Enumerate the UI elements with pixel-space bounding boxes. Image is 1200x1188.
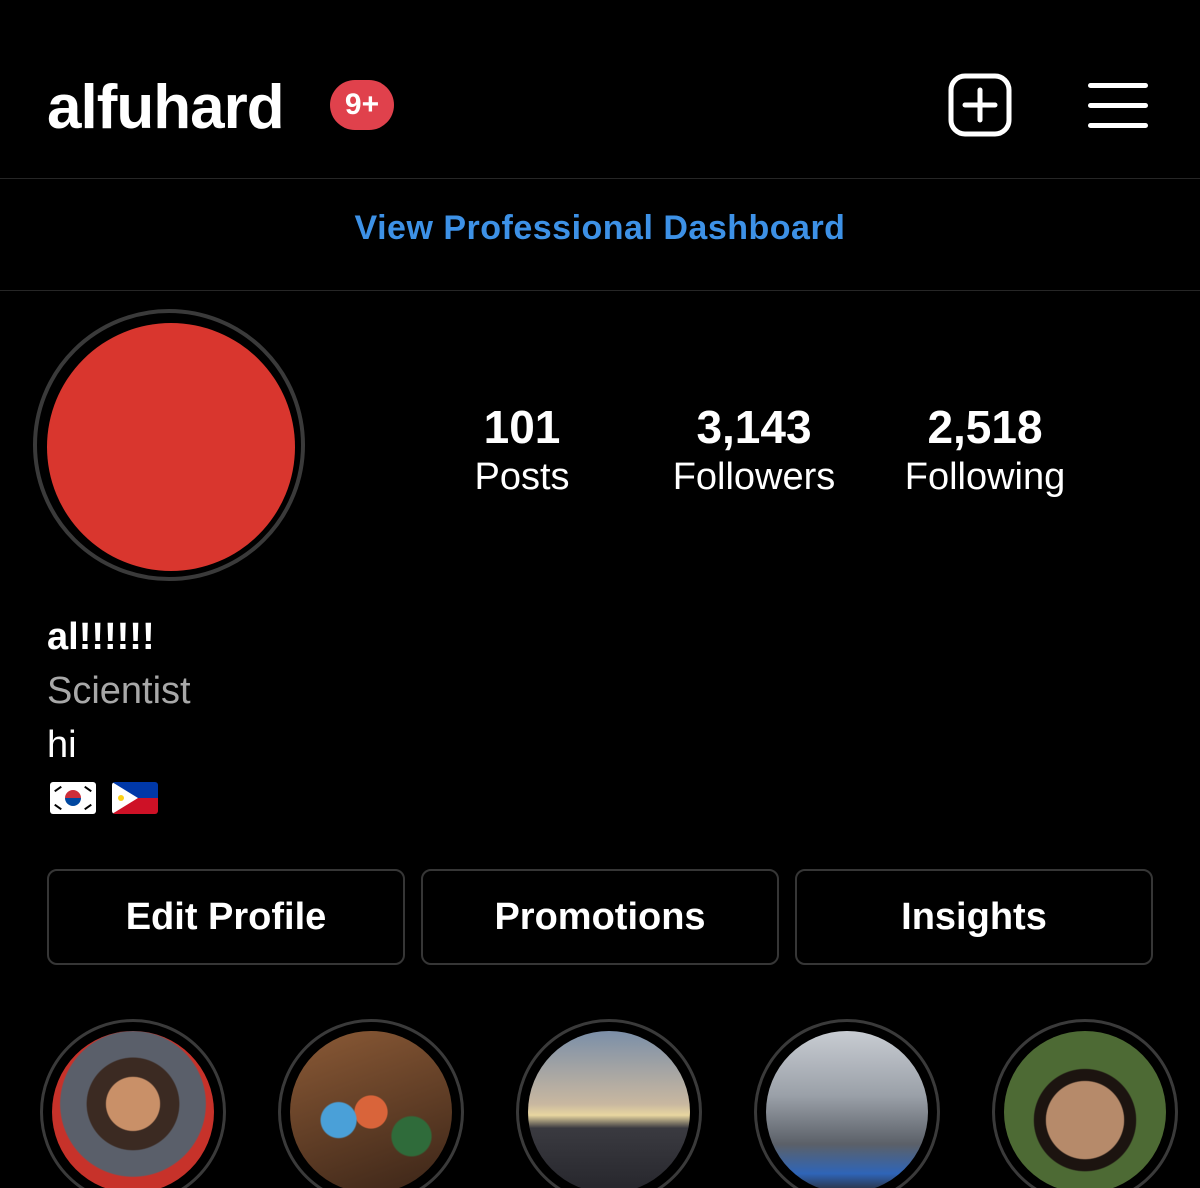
- following-label: Following: [904, 456, 1066, 498]
- display-name: al!!!!!!: [47, 616, 155, 658]
- south-korea-flag-icon: [50, 782, 96, 814]
- story-highlight-1[interactable]: [40, 1019, 226, 1188]
- posts-count[interactable]: 101 Posts: [442, 400, 602, 500]
- posts-label: Posts: [474, 456, 570, 498]
- followers-label: Followers: [672, 456, 836, 498]
- story-highlight-3[interactable]: [516, 1019, 702, 1188]
- bio-flags: [50, 782, 170, 816]
- story-highlight-4[interactable]: [754, 1019, 940, 1188]
- story-highlight-2[interactable]: [278, 1019, 464, 1188]
- avatar[interactable]: [47, 323, 295, 571]
- highlight-subway-thumbnail: [766, 1031, 928, 1188]
- view-professional-dashboard-link[interactable]: View Professional Dashboard: [0, 209, 1200, 248]
- highlight-drinks-thumbnail: [290, 1031, 452, 1188]
- story-highlight-5[interactable]: [992, 1019, 1178, 1188]
- following-count[interactable]: 2,518 Following: [885, 400, 1085, 500]
- profile-bio: hi: [47, 724, 77, 766]
- followers-count[interactable]: 3,143 Followers: [654, 400, 854, 500]
- menu-button[interactable]: [1088, 80, 1150, 132]
- edit-profile-button[interactable]: Edit Profile: [47, 869, 405, 965]
- following-value: 2,518: [927, 401, 1043, 453]
- profile-page: alfuhard 9+ View Professional Dashboard …: [0, 0, 1200, 1188]
- highlight-beach-sunset-thumbnail: [528, 1031, 690, 1188]
- profile-category: Scientist: [47, 670, 191, 712]
- posts-value: 101: [483, 401, 561, 453]
- notification-badge[interactable]: 9+: [330, 80, 394, 130]
- plus-square-icon: [948, 73, 1012, 137]
- insights-button[interactable]: Insights: [795, 869, 1153, 965]
- promotions-button[interactable]: Promotions: [421, 869, 779, 965]
- username-title[interactable]: alfuhard: [47, 72, 285, 144]
- profile-header: alfuhard 9+: [0, 0, 1200, 179]
- professional-dashboard-bar: View Professional Dashboard: [0, 179, 1200, 291]
- followers-value: 3,143: [696, 401, 812, 453]
- highlight-portrait-thumbnail: [1004, 1031, 1166, 1188]
- philippines-flag-icon: [112, 782, 159, 814]
- highlight-selfie-thumbnail: [52, 1031, 214, 1188]
- new-post-button[interactable]: [948, 73, 1012, 137]
